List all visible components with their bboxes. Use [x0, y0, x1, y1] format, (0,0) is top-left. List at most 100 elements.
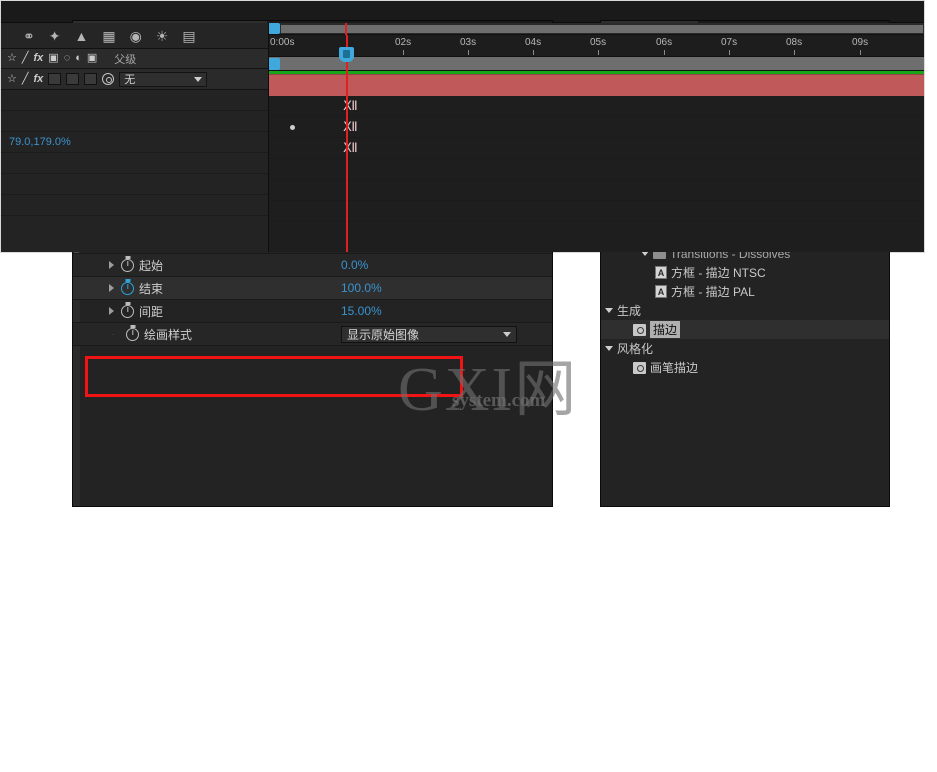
timeline-property-line[interactable] — [1, 153, 268, 174]
tree-group-stylize[interactable]: 风格化 — [601, 339, 889, 358]
property-value[interactable]: 0.0% — [341, 258, 368, 272]
shy-icon[interactable]: ◉ — [130, 29, 142, 43]
property-row-end[interactable]: 结束 100.0% — [73, 277, 552, 300]
property-label: 间距 — [139, 303, 163, 320]
chevron-down-icon — [503, 332, 511, 337]
timeline-property-line[interactable] — [1, 90, 268, 111]
navigator-playhead — [345, 23, 347, 35]
collapse-transform-icon[interactable]: ▲ — [74, 29, 88, 43]
property-value[interactable]: 100.0% — [341, 281, 382, 295]
timecode-start: 0:00s — [270, 37, 294, 48]
preset-icon — [655, 266, 667, 279]
effect-icon — [633, 362, 646, 374]
property-label: 结束 — [139, 280, 163, 297]
chevron-down-icon[interactable] — [605, 308, 613, 313]
keyframe-track-row[interactable]: Ⅻ — [268, 138, 924, 159]
pickwhip-icon[interactable] — [102, 73, 114, 85]
expand-triangle-icon[interactable] — [109, 284, 114, 292]
tick-mark — [664, 50, 665, 55]
keyframe-track-row[interactable]: Ⅻ — [268, 117, 924, 138]
tree-label: 画笔描边 — [650, 359, 698, 376]
paint-style-dropdown[interactable]: 显示原始图像 — [341, 326, 517, 343]
timeline-layer-row[interactable]: ☆ ╱ fx 无 — [1, 69, 268, 90]
work-area-start-handle[interactable] — [268, 58, 280, 70]
screenshot-root: ✕ 🔒 效果控件 爱情e加e ≡ 手写字 • 爱情e加e fx 描边 — [0, 0, 937, 772]
property-label: 起始 — [139, 257, 163, 274]
time-ruler[interactable]: 0:00s 02s 03s 04s 05s 06s 07s 08s 09s — [268, 35, 924, 57]
3d-layer-icon[interactable]: ✦ — [49, 29, 61, 43]
tree-preset-item[interactable]: 方框 - 描边 NTSC — [601, 263, 889, 282]
fx-icon[interactable]: fx — [34, 53, 44, 64]
motion-blur-icon[interactable]: ⚭ — [23, 29, 35, 43]
collapse-icon[interactable]: ╱ — [22, 74, 29, 85]
tick-label: 08s — [786, 37, 802, 48]
property-row-paint-style[interactable]: · 绘画样式 显示原始图像 — [73, 323, 552, 346]
three-d-layer-icon[interactable]: ▣ — [87, 53, 97, 64]
tree-group-generate[interactable]: 生成 — [601, 301, 889, 320]
property-row-spacing[interactable]: 间距 15.00% — [73, 300, 552, 323]
switch-box[interactable] — [48, 73, 61, 85]
chevron-down-icon[interactable] — [605, 346, 613, 351]
shy-icon[interactable]: ☆ — [7, 53, 17, 64]
property-value[interactable]: 15.00% — [341, 304, 382, 318]
playhead-line — [346, 35, 348, 253]
adjustment-layer-icon[interactable]: ◐ — [75, 53, 82, 64]
switch-box[interactable] — [84, 73, 97, 85]
tick-label: 06s — [656, 37, 672, 48]
frame-blend-icon[interactable]: ▦ — [102, 29, 115, 43]
tree-effect-brush-strokes[interactable]: 画笔描边 — [601, 358, 889, 377]
timeline-time-graph: 0:00s 02s 03s 04s 05s 06s 07s 08s 09s — [268, 23, 924, 253]
timeline-switches-toolbar: ⚭ ✦ ▲ ▦ ◉ ☀ ▤ — [1, 23, 268, 49]
timeline-property-line[interactable] — [1, 174, 268, 195]
parent-dropdown-value: 无 — [124, 71, 135, 87]
navigator-start-handle[interactable] — [268, 23, 280, 34]
property-label: 绘画样式 — [144, 326, 192, 343]
tree-label: 描边 — [650, 321, 680, 338]
property-name-cell: 间距 — [73, 303, 341, 320]
switch-box[interactable] — [66, 73, 79, 85]
tree-preset-item[interactable]: 方框 - 描边 PAL — [601, 282, 889, 301]
tick-label: 04s — [525, 37, 541, 48]
timeline-property-line[interactable]: 79.0,179.0% — [1, 132, 268, 153]
property-value-cell: 0.0% — [341, 258, 552, 272]
keyframe-track-row[interactable] — [268, 201, 924, 222]
tick-label: 05s — [590, 37, 606, 48]
expand-triangle-icon[interactable] — [109, 261, 114, 269]
tick-mark — [533, 50, 534, 55]
graph-switch-icon[interactable]: ☀ — [156, 29, 169, 43]
tick-mark — [729, 50, 730, 55]
keyframe-track-row[interactable]: Ⅻ — [268, 96, 924, 117]
work-area-bar[interactable] — [268, 57, 924, 71]
frame-blend-icon[interactable]: ▣ — [48, 53, 58, 64]
tree-label: 方框 - 描边 PAL — [671, 283, 755, 300]
tree-label: 风格化 — [617, 340, 653, 357]
keyframe-track-row[interactable] — [268, 180, 924, 201]
playhead-handle[interactable] — [339, 47, 354, 62]
timeline-navigator-bar[interactable] — [268, 23, 924, 35]
tree-effect-stroke[interactable]: 描边 — [601, 320, 889, 339]
effect-icon — [633, 324, 646, 336]
stopwatch-icon[interactable] — [121, 305, 134, 318]
keyframe-navigator-dot[interactable] — [290, 125, 295, 130]
timeline-property-value[interactable]: 79.0,179.0% — [1, 136, 71, 148]
stopwatch-icon[interactable] — [121, 259, 134, 272]
motion-blur-icon[interactable]: ◌ — [64, 53, 71, 64]
stopwatch-icon[interactable] — [121, 282, 134, 295]
layer-duration-bar[interactable] — [268, 74, 924, 96]
expand-triangle-icon[interactable] — [109, 307, 114, 315]
collapse-icon[interactable]: ╱ — [22, 53, 29, 64]
keyframe-track-row[interactable] — [268, 159, 924, 180]
property-name-cell: 起始 — [73, 257, 341, 274]
navigator-range[interactable] — [281, 25, 923, 33]
shy-icon[interactable]: ☆ — [7, 74, 17, 85]
fx-icon[interactable]: fx — [34, 74, 44, 85]
stopwatch-icon[interactable] — [126, 328, 139, 341]
timeline-property-line[interactable] — [1, 195, 268, 216]
timeline-body: ⚭ ✦ ▲ ▦ ◉ ☀ ▤ ☆ ╱ fx ▣ ◌ ◐ ▣ 父级 — [1, 23, 924, 253]
tick-label: 02s — [395, 37, 411, 48]
graph-editor-icon[interactable]: ▤ — [182, 29, 195, 43]
property-row-start[interactable]: 起始 0.0% — [73, 254, 552, 277]
preset-icon — [655, 285, 667, 298]
parent-dropdown[interactable]: 无 — [119, 72, 207, 87]
timeline-property-line[interactable] — [1, 111, 268, 132]
